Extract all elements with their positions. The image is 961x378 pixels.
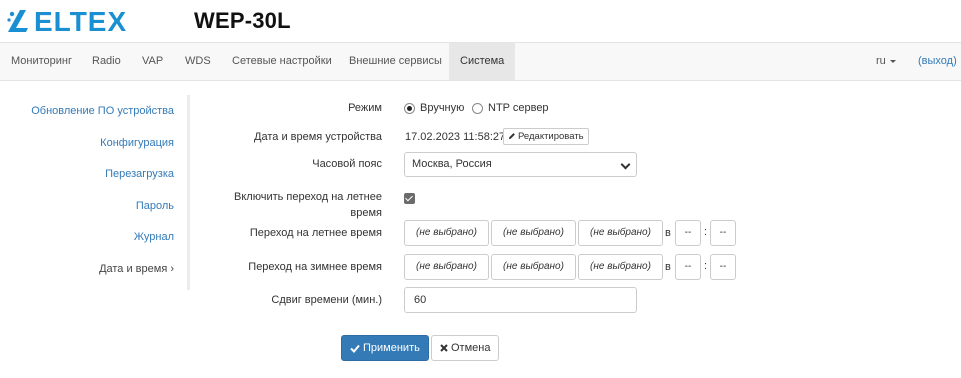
apply-label: Применить <box>363 342 420 354</box>
dst-start-time-separator: : <box>704 226 708 238</box>
dst-start-at-label: в <box>665 227 671 239</box>
sidebar-item-firmware-update[interactable]: Обновление ПО устройства <box>31 101 174 121</box>
edit-datetime-button[interactable]: Редактировать <box>503 128 589 145</box>
apply-button[interactable]: Применить <box>341 335 429 361</box>
language-label: ru <box>876 55 886 67</box>
nav-monitoring[interactable]: Мониторинг <box>11 43 72 80</box>
dst-end-at-label: в <box>665 261 671 273</box>
mode-manual-label[interactable]: Вручную <box>420 102 464 114</box>
device-datetime-label: Дата и время устройства <box>254 131 382 143</box>
nav-wds[interactable]: WDS <box>185 43 211 80</box>
dst-enable-label: Включить переход на летнее время <box>234 191 382 219</box>
timezone-select[interactable]: Москва, Россия <box>404 152 637 177</box>
top-navbar: Мониторинг Radio VAP WDS Сетевые настрой… <box>0 42 961 81</box>
language-dropdown[interactable]: ru <box>876 43 896 80</box>
sidebar-item-password[interactable]: Пароль <box>136 196 174 216</box>
time-offset-input[interactable]: 60 <box>404 287 637 313</box>
dst-start-minute-select[interactable]: -- <box>710 220 736 246</box>
app-header: ELTEX WEP-30L <box>0 0 961 42</box>
sidebar-item-log[interactable]: Журнал <box>134 227 174 247</box>
device-model: WEP-30L <box>194 8 291 33</box>
dst-end-month-select[interactable]: (не выбрано) <box>578 254 663 280</box>
dst-start-month-select[interactable]: (не выбрано) <box>578 220 663 246</box>
nav-system[interactable]: Система <box>449 43 515 80</box>
dst-enable-checkbox[interactable] <box>404 193 415 204</box>
caret-down-icon <box>889 59 896 63</box>
dst-start-hour-select[interactable]: -- <box>675 220 701 246</box>
nav-network-settings[interactable]: Сетевые настройки <box>232 43 332 80</box>
time-offset-label: Сдвиг времени (мин.) <box>271 294 382 306</box>
mode-ntp-radio[interactable] <box>472 103 483 114</box>
edit-datetime-label: Редактировать <box>518 131 584 142</box>
mode-ntp-label[interactable]: NTP сервер <box>488 102 549 114</box>
sidebar-item-reboot[interactable]: Перезагрузка <box>105 164 174 184</box>
check-icon <box>350 344 360 353</box>
sidebar-item-configuration[interactable]: Конфигурация <box>100 133 174 153</box>
dst-end-hour-select[interactable]: -- <box>675 254 701 280</box>
pencil-icon <box>509 133 515 140</box>
cancel-button[interactable]: Отмена <box>431 335 500 361</box>
logo-text: ELTEX <box>34 6 127 36</box>
nav-external-services[interactable]: Внешние сервисы <box>349 43 442 80</box>
dst-end-week-select[interactable]: (не выбрано) <box>404 254 489 280</box>
sidebar-item-datetime[interactable]: Дата и время › <box>99 259 174 279</box>
dst-end-minute-select[interactable]: -- <box>710 254 736 280</box>
timezone-value: Москва, Россия <box>412 158 492 170</box>
cancel-label: Отмена <box>451 342 491 354</box>
dst-start-week-select[interactable]: (не выбрано) <box>404 220 489 246</box>
mode-manual-radio[interactable] <box>404 103 415 114</box>
dst-end-time-separator: : <box>704 260 708 272</box>
device-datetime-value: 17.02.2023 11:58:27 <box>405 131 506 143</box>
logout-link[interactable]: (выход) <box>918 43 957 80</box>
dst-end-day-select[interactable]: (не выбрано) <box>491 254 576 280</box>
system-sidebar: Обновление ПО устройства Конфигурация Пе… <box>0 95 190 290</box>
dst-start-day-select[interactable]: (не выбрано) <box>491 220 576 246</box>
mode-label: Режим <box>348 102 382 114</box>
nav-radio[interactable]: Radio <box>92 43 121 80</box>
eltex-logo: ELTEX <box>7 6 127 36</box>
nav-vap[interactable]: VAP <box>142 43 163 80</box>
chevron-down-icon <box>620 159 631 170</box>
dst-start-label: Переход на летнее время <box>249 227 382 239</box>
close-icon <box>440 344 448 352</box>
timezone-label: Часовой пояс <box>312 158 382 170</box>
dst-end-label: Переход на зимнее время <box>248 261 382 273</box>
